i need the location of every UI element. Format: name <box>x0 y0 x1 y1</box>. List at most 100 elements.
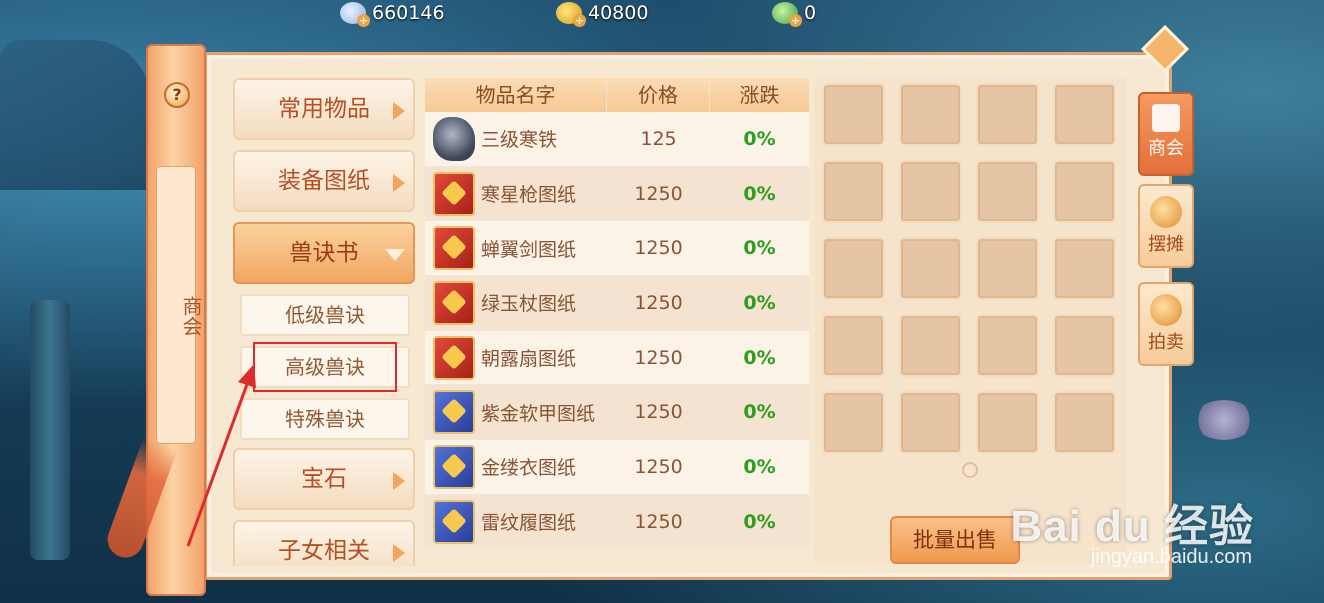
inventory-slot[interactable] <box>822 160 885 223</box>
ore-icon <box>433 116 475 161</box>
currency-bar: + 660146 + 40800 + 0 <box>0 0 1324 30</box>
inventory-slot[interactable] <box>976 160 1039 223</box>
add-icon: + <box>789 14 802 27</box>
inventory-slot[interactable] <box>899 391 962 454</box>
category-common-items[interactable]: 常用物品 <box>233 78 415 140</box>
blue-blueprint-icon <box>433 390 475 435</box>
category-label: 子女相关 <box>278 538 370 564</box>
tab-label: 拍卖 <box>1148 332 1184 353</box>
chevron-right-icon <box>393 472 405 490</box>
tab-label: 商会 <box>1148 138 1184 159</box>
blue-blueprint-icon <box>433 499 475 544</box>
item-change: 0% <box>743 510 776 533</box>
item-price: 1250 <box>634 291 683 314</box>
item-name: 雷纹履图纸 <box>481 512 577 535</box>
inventory-slot[interactable] <box>899 314 962 377</box>
chevron-down-icon <box>385 249 405 261</box>
inventory-slot[interactable] <box>976 83 1039 146</box>
silver-amount: 660146 <box>372 2 445 24</box>
category-gems[interactable]: 宝石 <box>233 448 415 510</box>
inventory-slot[interactable] <box>1053 160 1116 223</box>
jade-coin-icon: + <box>772 2 802 27</box>
inventory-slot[interactable] <box>976 314 1039 377</box>
table-row[interactable]: 寒星枪图纸 1250 0% <box>425 166 809 222</box>
item-change: 0% <box>743 182 776 205</box>
inventory-slot[interactable] <box>1053 391 1116 454</box>
item-change: 0% <box>743 291 776 314</box>
inventory-slot[interactable] <box>976 391 1039 454</box>
table-row[interactable]: 绿玉杖图纸 1250 0% <box>425 276 809 331</box>
category-label: 宝石 <box>301 466 347 492</box>
inventory-slot[interactable] <box>822 83 885 146</box>
inventory-slot[interactable] <box>899 160 962 223</box>
table-row[interactable]: 雷纹履图纸 1250 0% <box>425 494 809 550</box>
inventory-slot[interactable] <box>822 314 885 377</box>
red-blueprint-icon <box>433 226 475 271</box>
table-row[interactable]: 蝉翼剑图纸 1250 0% <box>425 221 809 277</box>
inventory-slot[interactable] <box>899 237 962 300</box>
category-label: 常用物品 <box>278 96 370 122</box>
tab-auction[interactable]: 拍卖 <box>1138 282 1194 366</box>
table-row[interactable]: 紫金软甲图纸 1250 0% <box>425 385 809 441</box>
item-name: 朝露扇图纸 <box>481 348 577 371</box>
inventory-slot[interactable] <box>822 391 885 454</box>
inventory-slot[interactable] <box>1053 83 1116 146</box>
item-name: 绿玉杖图纸 <box>481 293 577 316</box>
silver-coin-icon: + <box>340 2 370 27</box>
item-change: 0% <box>743 237 776 260</box>
inventory-slot[interactable] <box>976 237 1039 300</box>
inventory-slot[interactable] <box>899 83 962 146</box>
inventory-slot[interactable] <box>1053 237 1116 300</box>
add-icon: + <box>357 14 370 27</box>
category-children[interactable]: 子女相关 <box>233 520 415 566</box>
item-name: 紫金软甲图纸 <box>481 402 596 425</box>
help-button[interactable]: ? <box>164 82 190 108</box>
bulk-sell-button[interactable]: 批量出售 <box>890 516 1020 564</box>
chevron-right-icon <box>393 174 405 192</box>
subcategory-special[interactable]: 特殊兽诀 <box>240 398 410 440</box>
red-blueprint-icon <box>433 171 475 216</box>
item-change: 0% <box>743 127 776 150</box>
inventory-slot[interactable] <box>1053 314 1116 377</box>
tab-label: 摆摊 <box>1148 234 1184 255</box>
item-price: 1250 <box>634 182 683 205</box>
lotus-decoration <box>1194 400 1254 440</box>
red-blueprint-icon <box>433 280 475 325</box>
item-change: 0% <box>743 401 776 424</box>
auction-icon <box>1150 294 1182 326</box>
subcategory-low-level[interactable]: 低级兽诀 <box>240 294 410 336</box>
blue-blueprint-icon <box>433 444 475 489</box>
table-row[interactable]: 金缕衣图纸 1250 0% <box>425 440 809 495</box>
gold-amount: 40800 <box>588 2 649 24</box>
red-blueprint-icon <box>433 335 475 380</box>
header-price: 价格 <box>607 78 710 112</box>
table-row[interactable]: 三级寒铁 125 0% <box>425 112 809 167</box>
header-change: 涨跌 <box>739 83 780 107</box>
pillar-decoration <box>30 300 70 560</box>
item-price: 1250 <box>634 346 683 369</box>
item-price: 1250 <box>634 510 683 533</box>
item-price: 125 <box>640 127 677 150</box>
tab-merchant[interactable]: 商会 <box>1138 92 1194 176</box>
jade-currency[interactable]: + 0 <box>772 2 817 27</box>
inventory-slot[interactable] <box>822 237 885 300</box>
category-label: 兽诀书 <box>289 240 359 266</box>
tab-stall[interactable]: 摆摊 <box>1138 184 1194 268</box>
item-change: 0% <box>743 346 776 369</box>
item-price: 1250 <box>634 401 683 424</box>
silver-currency[interactable]: + 660146 <box>340 2 445 27</box>
page-indicator-dot <box>962 462 978 478</box>
gold-coin-icon: + <box>556 2 586 27</box>
category-equipment-blueprints[interactable]: 装备图纸 <box>233 150 415 212</box>
category-beast-skill-books[interactable]: 兽诀书 <box>233 222 415 284</box>
merchant-icon <box>1152 104 1180 132</box>
chevron-right-icon <box>393 544 405 562</box>
annotation-arrow <box>186 364 256 547</box>
jade-amount: 0 <box>804 2 817 24</box>
gold-currency[interactable]: + 40800 <box>556 2 649 27</box>
category-label: 装备图纸 <box>278 168 370 194</box>
item-price: 1250 <box>634 237 683 260</box>
baidu-watermark: Bai du 经验 <box>1010 502 1254 551</box>
item-name: 三级寒铁 <box>481 129 558 152</box>
table-row[interactable]: 朝露扇图纸 1250 0% <box>425 330 809 386</box>
